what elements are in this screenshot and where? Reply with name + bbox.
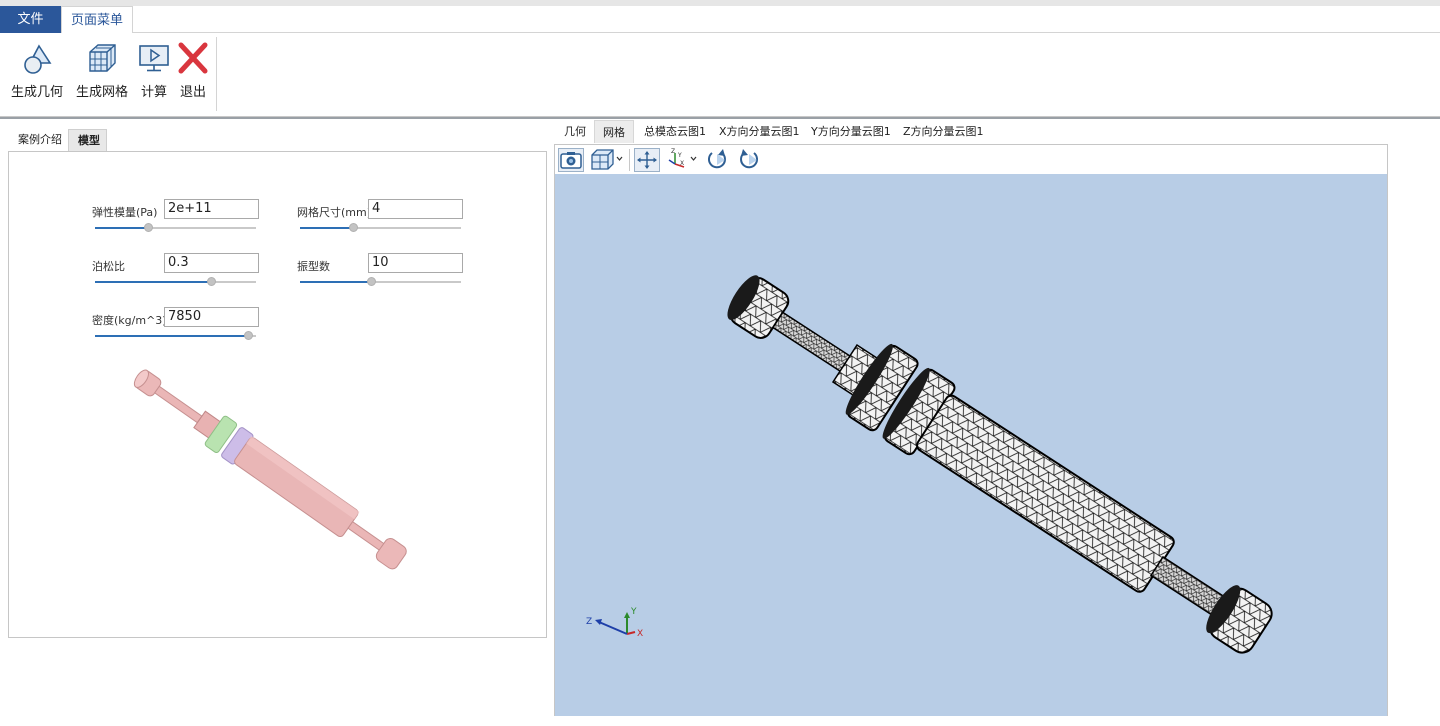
view-orientation-dropdown[interactable] [589,148,625,172]
viewer-toolbar: Z Y X [555,145,1387,174]
poisson-ratio-input[interactable]: 0.3 [164,253,259,273]
ribbon-panel: 生成几何 生成网格 计算 退出 [0,33,1440,117]
slider-thumb[interactable] [243,331,253,340]
param-label-elastic-modulus: 弹性模量(Pa) [92,206,158,219]
compute-label: 计算 [140,85,167,100]
view-cube-icon [591,149,623,170]
svg-text:Y: Y [677,152,682,159]
generate-geometry-button[interactable]: 生成几何 [8,41,66,103]
compute-button[interactable]: 计算 [136,41,172,103]
param-label-mesh-size: 网格尺寸(mm) [297,206,372,219]
slider-thumb[interactable] [366,277,376,286]
axes-view-dropdown[interactable]: Z Y X [667,148,701,172]
exit-icon [178,42,208,74]
camera-icon [560,152,582,169]
exit-button[interactable]: 退出 [176,41,210,103]
mesh-viewer: Z Y X Y X Z [554,144,1388,716]
rotate-right-icon [740,149,759,169]
slider-fill [95,227,149,229]
param-label-poisson-ratio: 泊松比 [92,260,125,273]
slider-thumb[interactable] [206,277,216,286]
slider-fill [300,227,354,229]
model-preview-image [133,369,407,570]
param-label-mode-count: 振型数 [297,260,330,273]
elastic-modulus-slider[interactable] [95,223,256,233]
tab-model[interactable]: 模型 [68,129,107,151]
rotate-left-icon [707,149,726,169]
ribbon-bottom-border [0,117,1440,119]
mode-count-slider[interactable] [300,277,461,287]
tab-y-component[interactable]: Y方向分量云图1 [803,120,899,143]
orientation-triad: Y X Z [586,607,643,639]
tab-total-modal[interactable]: 总模态云图1 [636,120,714,143]
screenshot-button[interactable] [558,148,584,172]
mesh-model: Y X Z [586,275,1273,654]
fit-view-button[interactable] [634,148,660,172]
geometry-icon [24,44,52,74]
slider-fill [95,335,248,337]
triad-y-label: Y [630,607,637,617]
exit-label: 退出 [179,85,206,100]
slider-thumb[interactable] [144,223,154,232]
triad-z-label: Z [586,617,592,627]
tab-file[interactable]: 文件 [0,6,61,33]
compute-icon [139,45,169,72]
mesh-icon [89,44,116,72]
axes-icon: Z Y X [668,148,697,168]
slider-thumb[interactable] [349,223,359,232]
triad-x-label: X [637,629,643,639]
model-parameters-panel: 弹性模量(Pa) 2e+11 网格尺寸(mm) 4 泊松比 0.3 振型数 10… [8,151,547,638]
mesh-size-slider[interactable] [300,223,461,233]
toolbar-separator [629,149,630,171]
svg-text:Z: Z [671,148,675,155]
tab-geometry[interactable]: 几何 [556,120,594,143]
svg-text:X: X [680,160,684,167]
generate-geometry-label: 生成几何 [10,85,63,100]
tab-mesh[interactable]: 网格 [594,120,634,143]
param-label-density: 密度(kg/m^3) [92,314,167,327]
ribbon-tab-bar: 文件 页面菜单 [0,6,1440,34]
slider-fill [95,281,211,283]
mode-count-input[interactable]: 10 [368,253,463,273]
slider-fill [300,281,371,283]
viewer-canvas[interactable]: Y X Z [555,174,1387,716]
mesh-size-input[interactable]: 4 [368,199,463,219]
ribbon-separator [216,37,217,111]
density-slider[interactable] [95,331,256,341]
tab-x-component[interactable]: X方向分量云图1 [711,120,808,143]
elastic-modulus-input[interactable]: 2e+11 [164,199,259,219]
fit-view-icon [637,151,657,169]
generate-mesh-label: 生成网格 [75,85,128,100]
rotate-left-button[interactable] [705,148,731,172]
rotate-right-button[interactable] [737,148,763,172]
generate-mesh-button[interactable]: 生成网格 [72,41,132,103]
density-input[interactable]: 7850 [164,307,259,327]
poisson-ratio-slider[interactable] [95,277,256,287]
tab-z-component[interactable]: Z方向分量云图1 [895,120,992,143]
tab-page-menu[interactable]: 页面菜单 [61,6,133,34]
tab-case-intro[interactable]: 案例介绍 [9,129,68,151]
